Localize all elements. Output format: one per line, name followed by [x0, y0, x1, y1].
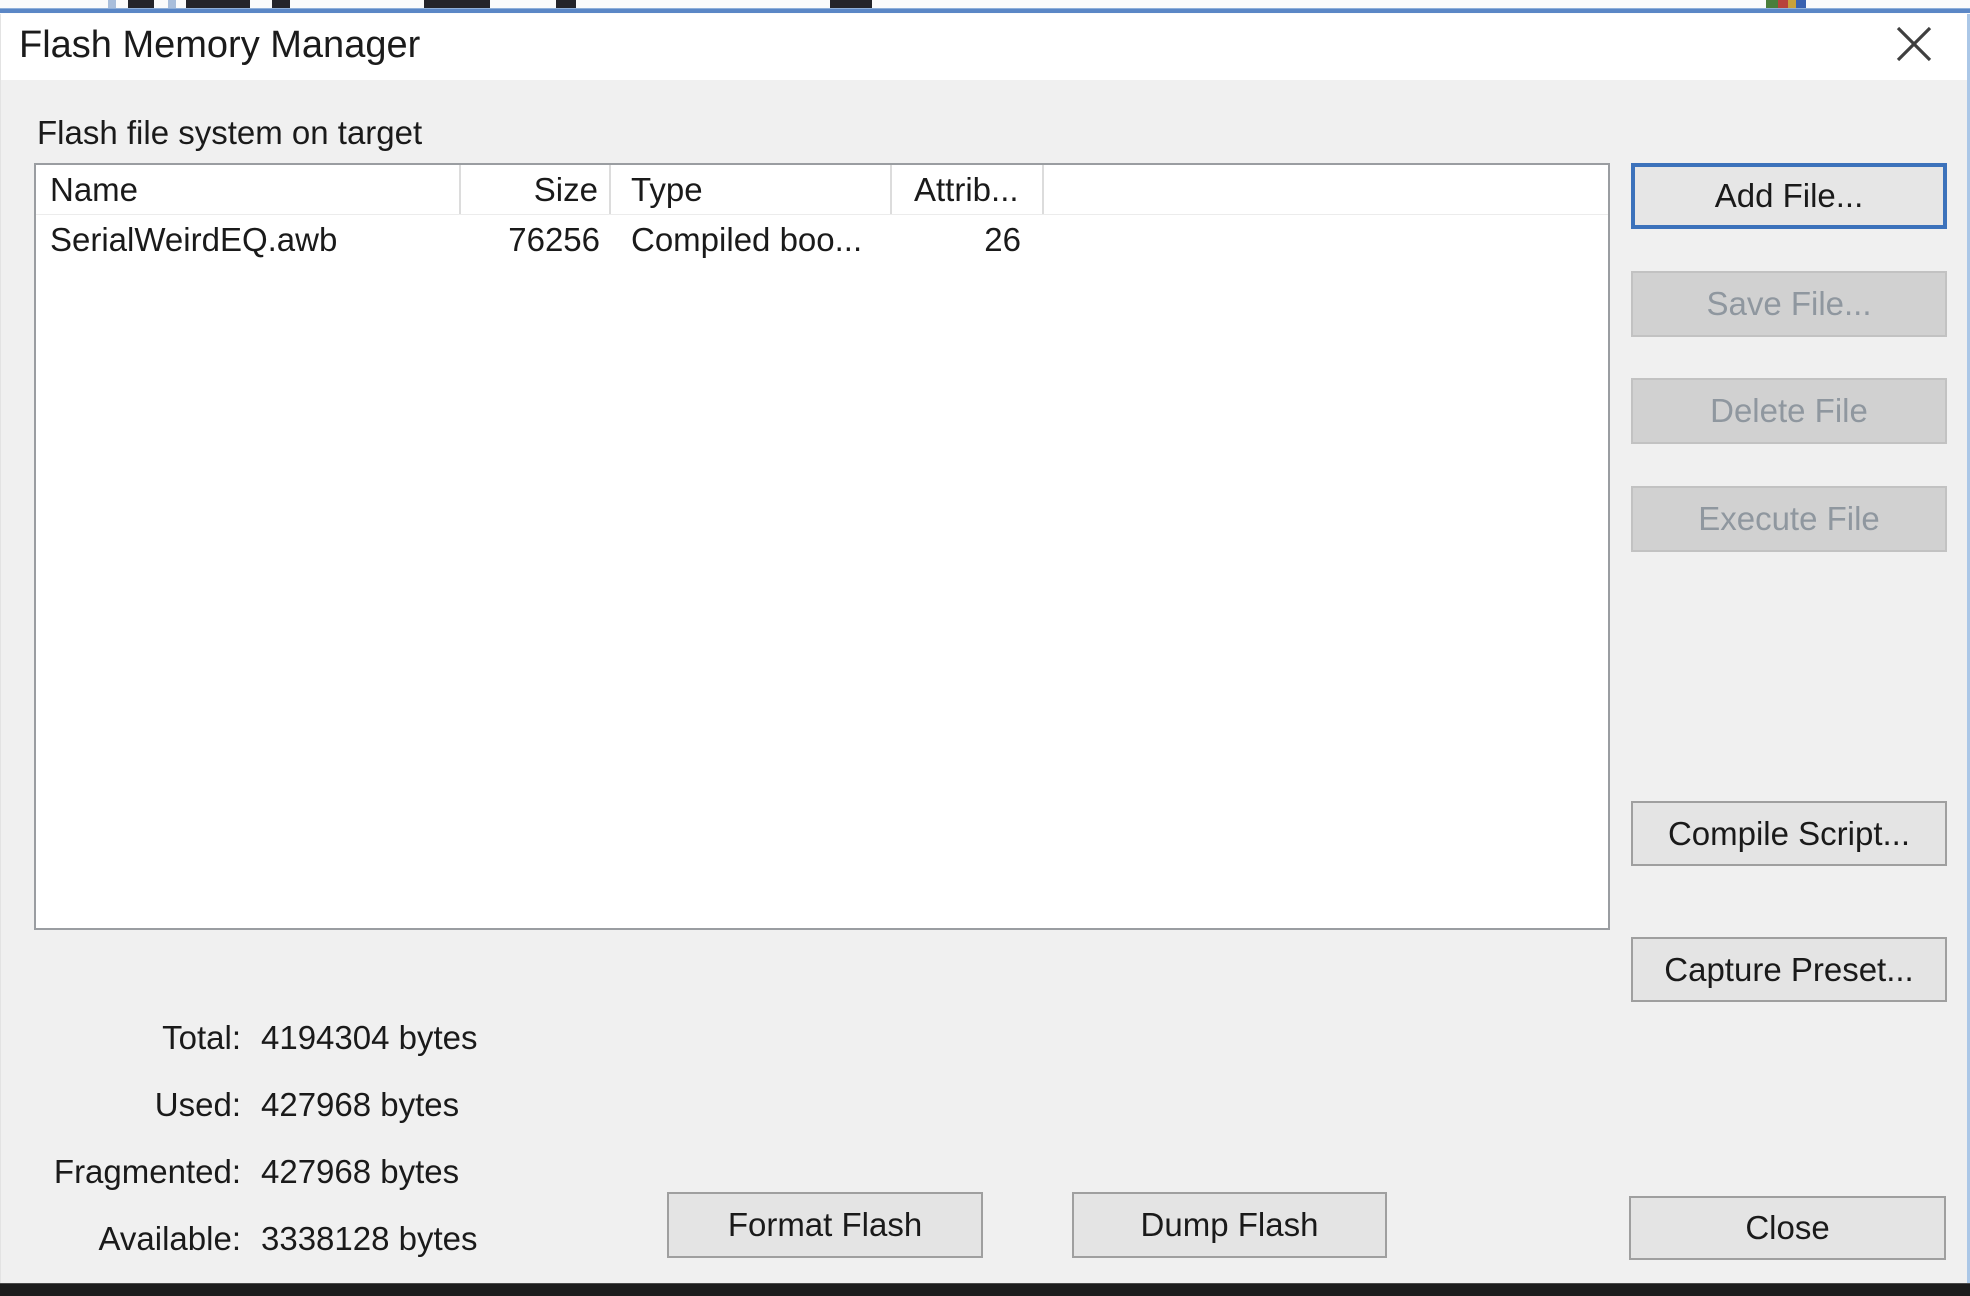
save-file-button[interactable]: Save File...: [1631, 271, 1947, 337]
close-icon: [1894, 24, 1934, 64]
screen: Flash Memory Manager Flash file system o…: [0, 0, 1970, 1296]
stat-used: Used: 427968 bytes: [41, 1086, 478, 1126]
background-dark-strip: [0, 1283, 1970, 1296]
flash-file-list[interactable]: Name Size Type Attrib... SerialWeirdEQ.a…: [34, 163, 1610, 930]
capture-preset-button[interactable]: Capture Preset...: [1631, 937, 1947, 1002]
background-window-edge: [0, 0, 1970, 14]
stat-fragmented-label: Fragmented:: [41, 1153, 241, 1191]
stat-total: Total: 4194304 bytes: [41, 1019, 478, 1059]
column-header-filler: [1044, 165, 1606, 214]
stat-available-label: Available:: [41, 1220, 241, 1258]
file-name-cell: SerialWeirdEQ.awb: [36, 215, 461, 267]
memory-stats: Total: 4194304 bytes Used: 427968 bytes …: [41, 1019, 478, 1287]
stat-total-value: 4194304 bytes: [261, 1019, 478, 1057]
close-dialog-button[interactable]: Close: [1629, 1196, 1946, 1260]
column-header-name[interactable]: Name: [36, 165, 461, 214]
close-button[interactable]: [1889, 18, 1939, 70]
file-size-cell: 76256: [461, 215, 611, 267]
stat-available-value: 3338128 bytes: [261, 1220, 478, 1258]
delete-file-button[interactable]: Delete File: [1631, 378, 1947, 444]
stat-fragmented: Fragmented: 427968 bytes: [41, 1153, 478, 1193]
column-header-type[interactable]: Type: [611, 165, 892, 214]
title-bar: Flash Memory Manager: [1, 14, 1967, 80]
window-title: Flash Memory Manager: [19, 14, 420, 80]
dump-flash-button[interactable]: Dump Flash: [1072, 1192, 1387, 1258]
stat-total-label: Total:: [41, 1019, 241, 1057]
flash-memory-manager-dialog: Flash Memory Manager Flash file system o…: [0, 14, 1970, 1283]
file-row[interactable]: SerialWeirdEQ.awb 76256 Compiled boo... …: [36, 215, 1608, 267]
execute-file-button[interactable]: Execute File: [1631, 486, 1947, 552]
add-file-button[interactable]: Add File...: [1631, 163, 1947, 229]
stat-used-value: 427968 bytes: [261, 1086, 459, 1124]
stat-available: Available: 3338128 bytes: [41, 1220, 478, 1260]
stat-fragmented-value: 427968 bytes: [261, 1153, 459, 1191]
file-type-cell: Compiled boo...: [611, 215, 892, 267]
format-flash-button[interactable]: Format Flash: [667, 1192, 983, 1258]
stat-used-label: Used:: [41, 1086, 241, 1124]
column-header-attrib[interactable]: Attrib...: [892, 165, 1044, 214]
background-window-border: [0, 8, 1970, 13]
list-header: Name Size Type Attrib...: [36, 165, 1608, 215]
list-group-label: Flash file system on target: [37, 114, 422, 152]
compile-script-button[interactable]: Compile Script...: [1631, 801, 1947, 866]
column-header-size[interactable]: Size: [461, 165, 611, 214]
file-attrib-cell: 26: [892, 215, 1044, 267]
